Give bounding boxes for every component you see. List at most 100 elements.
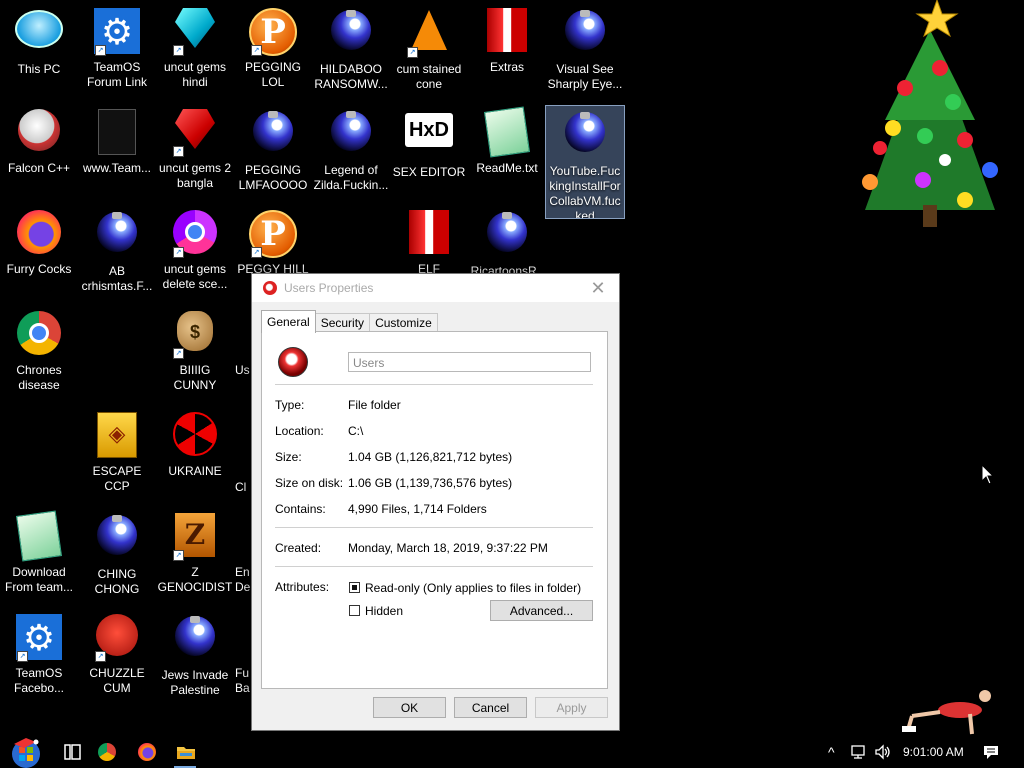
desktop-icon-ukraine[interactable]: UKRAINE — [156, 408, 234, 504]
desktop-icon-pegging-lol[interactable]: P ↗ PEGGING LOL — [234, 4, 312, 100]
tab-strip: General Security Customize — [261, 310, 438, 333]
desktop-icon-hildaboo[interactable]: HILDABOO RANSOMW... — [312, 4, 390, 100]
size-on-disk-label: Size on disk: — [275, 476, 344, 490]
desktop-icon-label: Furry Cocks — [6, 262, 72, 276]
size-on-disk-value: 1.06 GB (1,139,736,576 bytes) — [348, 476, 513, 490]
ok-button[interactable]: OK — [373, 697, 446, 718]
desktop-icon-youtube-collabvm[interactable]: YouTube.FuckingInstallForCollabVM.fucked — [545, 105, 625, 219]
close-icon: ✕ — [590, 278, 606, 298]
christmas-tree-icon — [862, 0, 998, 227]
shortcut-arrow-icon: ↗ — [173, 348, 184, 359]
desktop-icon-readme[interactable]: ReadMe.txt — [468, 105, 546, 201]
desktop-icon-label: PEGGING LMFAOOOO — [238, 163, 308, 192]
desktop-icon-partial-cl[interactable]: Cl — [234, 424, 252, 520]
tab-general[interactable]: General — [261, 310, 316, 333]
desktop-icon-cum-stained-cone[interactable]: ↗ cum stained cone — [390, 4, 468, 100]
attributes-label: Attributes: — [275, 580, 330, 594]
desktop-icon-label: Falcon C++ — [7, 161, 71, 175]
type-value: File folder — [348, 398, 401, 412]
task-view-icon[interactable] — [60, 740, 84, 764]
apply-button[interactable]: Apply — [535, 697, 608, 718]
desktop-icon-www-team[interactable]: www.Team... — [78, 105, 156, 201]
contains-value: 4,990 Files, 1,714 Folders — [348, 502, 487, 516]
hidden-checkbox[interactable] — [349, 605, 360, 616]
desktop-icon-chrones-disease[interactable]: Chrones disease — [0, 307, 78, 403]
desktop-icon-label: Extras — [489, 60, 524, 74]
advanced-button[interactable]: Advanced... — [490, 600, 593, 621]
desktop-icon-teamos-forum[interactable]: ⚙ ↗ TeamOS Forum Link — [78, 4, 156, 100]
desktop-icon-furry-cocks[interactable]: Furry Cocks — [0, 206, 78, 302]
desktop-icon-legend-of-zilda[interactable]: Legend of Zilda.Fuckin... — [312, 105, 390, 201]
desktop-icon-sex-editor[interactable]: HxD SEX EDITOR — [390, 105, 468, 201]
desktop-icon-ching-chong[interactable]: CHING CHONG — [78, 509, 156, 605]
dialog-titlebar[interactable]: Users Properties ✕ — [252, 274, 619, 302]
hex-editor-icon: HxD — [405, 113, 453, 147]
hidden-label: Hidden — [365, 604, 404, 618]
properties-dialog: Users Properties ✕ General Security Cust… — [251, 273, 620, 731]
readonly-label: Read-only (Only applies to files in fold… — [365, 581, 582, 595]
desktop-icon-label: uncut gems 2 bangla — [158, 161, 232, 190]
volume-icon[interactable] — [874, 744, 892, 760]
desktop-icon-pegging-lmfao[interactable]: PEGGING LMFAOOOO — [234, 105, 312, 201]
divider — [275, 527, 593, 528]
location-label: Location: — [275, 424, 324, 438]
shortcut-arrow-icon: ↗ — [173, 146, 184, 157]
text-file-icon — [98, 109, 136, 155]
dancer-figure-icon — [902, 690, 991, 735]
mouse-cursor-icon — [981, 464, 995, 485]
desktop-icon-uncut-gems-2[interactable]: ↗ uncut gems 2 bangla — [156, 105, 234, 201]
desktop-icon-falcon-cpp[interactable]: Falcon C++ — [0, 105, 78, 201]
desktop-icon-partial-en[interactable]: En De — [234, 509, 252, 605]
notification-icon[interactable] — [982, 744, 1000, 760]
desktop-icon-label: PEGGING LOL — [244, 60, 301, 89]
radiation-icon — [173, 412, 217, 456]
desktop-icon-biiiig-cunny[interactable]: $ ↗ BIIIIG CUNNY — [156, 307, 234, 403]
desktop-icon-label: YouTube.FuckingInstallForCollabVM.fucked — [549, 164, 621, 218]
desktop-icon-z-genocidist[interactable]: Z ↗ Z GENOCIDIST — [156, 509, 234, 605]
desktop-icon-label: ESCAPE CCP — [92, 464, 142, 493]
desktop-icon-escape-ccp[interactable]: ◈ ESCAPE CCP — [78, 408, 156, 504]
shortcut-arrow-icon: ↗ — [95, 651, 106, 662]
desktop-icon-chuzzle-cum[interactable]: ↗ CHUZZLE CUM — [78, 610, 156, 706]
desktop-icon-label: Visual See Sharply Eye... — [547, 62, 623, 91]
desktop-icon-extras[interactable]: Extras — [468, 4, 546, 100]
chrome-icon[interactable] — [98, 743, 116, 761]
chevron-up-icon[interactable]: ^ — [828, 744, 835, 760]
desktop-icon-label: BIIIIG CUNNY — [173, 363, 217, 392]
shortcut-arrow-icon: ↗ — [173, 247, 184, 258]
notepad-icon — [15, 510, 63, 562]
close-button[interactable]: ✕ — [587, 277, 609, 299]
start-icon[interactable] — [8, 736, 44, 768]
desktop-icon-label: TeamOS Forum Link — [86, 60, 148, 89]
desktop-icon-this-pc[interactable]: This PC — [0, 4, 78, 100]
chrome-icon — [17, 311, 61, 355]
folder-ornament-icon — [263, 281, 277, 295]
desktop-icon-uncut-gems-hindi[interactable]: ↗ uncut gems hindi — [156, 4, 234, 100]
cancel-button[interactable]: Cancel — [454, 697, 527, 718]
shortcut-arrow-icon: ↗ — [251, 247, 262, 258]
taskbar-clock[interactable]: 9:01:00 AM — [903, 745, 964, 759]
created-value: Monday, March 18, 2019, 9:37:22 PM — [348, 541, 548, 555]
desktop-icon-uncut-gems-delete[interactable]: ↗ uncut gems delete sce... — [156, 206, 234, 302]
desktop-icon-visual-see-sharply[interactable]: Visual See Sharply Eye... — [546, 4, 624, 100]
desktop-icon-label: CHING CHONG — [94, 567, 140, 596]
desktop-icon-jews-invade-palestine[interactable]: Jews Invade Palestine — [156, 610, 234, 706]
mahjong-tile-icon: ◈ — [97, 412, 137, 458]
desktop-icon-ab-crhismtas[interactable]: AB crhismtas.F... — [78, 206, 156, 302]
desktop-icon-label: ReadMe.txt — [476, 161, 538, 175]
folder-name-field[interactable]: Users — [348, 352, 591, 372]
readonly-checkbox[interactable] — [349, 582, 360, 593]
divider — [275, 384, 593, 385]
desktop-icon-teamos-facebook[interactable]: ⚙ ↗ TeamOS Facebo... — [0, 610, 78, 706]
archive-box-icon — [487, 8, 527, 52]
file-explorer-icon[interactable] — [174, 740, 198, 764]
desktop-icon-label: Chrones disease — [16, 363, 62, 392]
desktop-icon-download-from-team[interactable]: Download From team... — [0, 509, 78, 605]
network-icon[interactable] — [850, 744, 868, 760]
tab-customize[interactable]: Customize — [369, 313, 438, 333]
firefox-icon[interactable] — [138, 743, 156, 761]
location-value: C:\ — [348, 424, 364, 438]
tab-security[interactable]: Security — [314, 313, 371, 333]
money-bag-icon: $ — [177, 311, 213, 351]
desktop-icon-partial-fu[interactable]: Fu Ba — [234, 610, 252, 706]
